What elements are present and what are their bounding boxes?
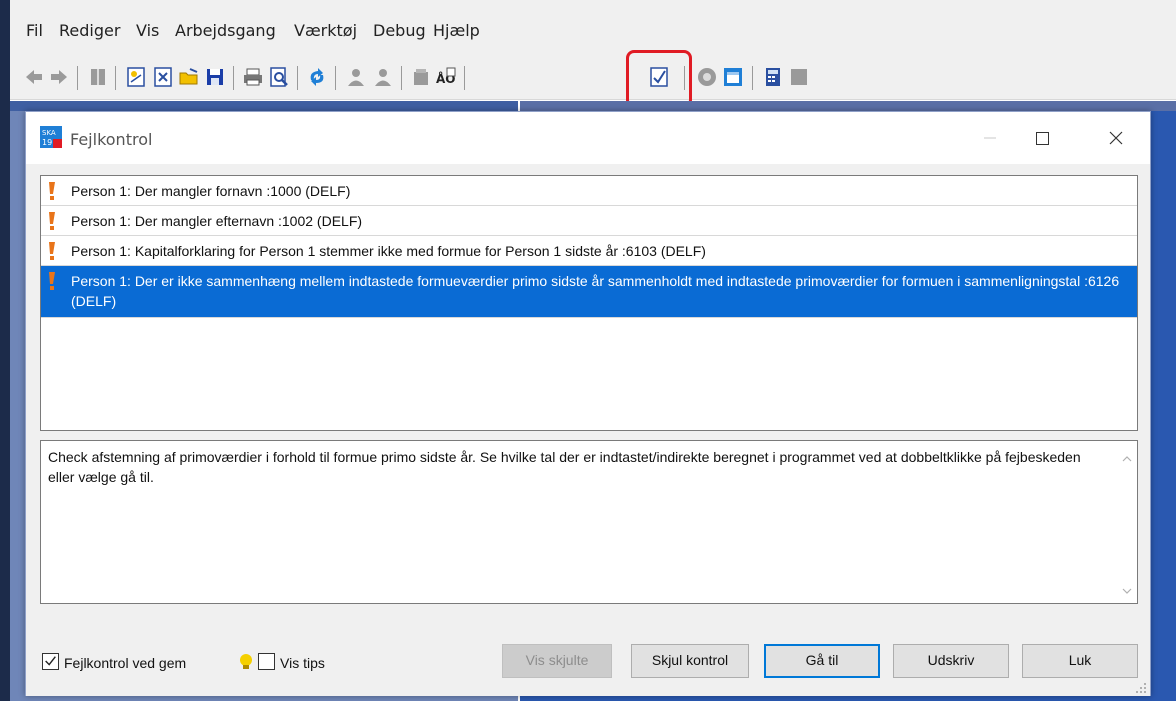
error-text: Person 1: Der mangler efternavn :1002 (D… <box>71 213 363 229</box>
toolbar-separator <box>752 66 753 90</box>
menu-vis[interactable]: Vis <box>136 21 159 40</box>
menu-debug[interactable]: Debug <box>373 21 426 40</box>
warning-icon <box>47 272 57 290</box>
host-left-panel-header <box>10 101 518 111</box>
print-preview-icon[interactable] <box>268 66 290 88</box>
dialog-body: Person 1: Der mangler fornavn :1000 (DEL… <box>26 164 1150 696</box>
dialog-title: Fejlkontrol <box>70 130 153 149</box>
book-icon[interactable] <box>87 66 109 88</box>
fejlkontrol-dialog: SKA 19 Fejlkontrol Person 1: Der mangler… <box>25 111 1151 696</box>
vis-skjulte-button[interactable]: Vis skjulte <box>502 644 612 678</box>
toolbar: ÅÖ <box>10 56 1176 100</box>
error-row-selected[interactable]: Person 1: Der er ikke sammenhæng mellem … <box>41 266 1137 318</box>
toolbar-separator <box>464 66 465 90</box>
highlight-box <box>626 50 692 108</box>
open-folder-icon[interactable] <box>178 66 200 88</box>
toolbar-separator <box>115 66 116 90</box>
warning-icon <box>47 242 57 260</box>
toolbar-separator <box>401 66 402 90</box>
error-text: Person 1: Der er ikke sammenhæng mellem … <box>71 273 1120 309</box>
print-icon[interactable] <box>242 66 264 88</box>
archive-icon[interactable] <box>410 66 432 88</box>
svg-text:19: 19 <box>42 138 52 147</box>
new-document-icon[interactable] <box>125 66 147 88</box>
menu-fil[interactable]: Fil <box>26 21 43 40</box>
vis-tips-checkbox-label: Vis tips <box>280 655 325 671</box>
luk-button[interactable]: Luk <box>1022 644 1138 678</box>
error-text: Person 1: Der mangler fornavn :1000 (DEL… <box>71 183 351 199</box>
lightbulb-icon <box>238 652 254 672</box>
menu-rediger[interactable]: Rediger <box>59 21 120 40</box>
skjul-kontrol-button[interactable]: Skjul kontrol <box>631 644 749 678</box>
back-arrow-icon[interactable] <box>23 66 45 88</box>
description-scrollbar[interactable] <box>1117 441 1137 603</box>
app-icon: SKA 19 <box>40 126 62 148</box>
help-icon[interactable] <box>696 66 718 88</box>
maximize-icon[interactable] <box>1030 126 1054 150</box>
scroll-down-icon[interactable] <box>1122 583 1132 594</box>
udskriv-button[interactable]: Udskriv <box>893 644 1009 678</box>
toolbar-separator <box>335 66 336 90</box>
error-row[interactable]: Person 1: Der mangler fornavn :1000 (DEL… <box>41 176 1137 206</box>
menu-vaerktoej[interactable]: Værktøj <box>294 21 357 40</box>
toolbar-separator <box>297 66 298 90</box>
persons-icon[interactable] <box>372 66 394 88</box>
gaa-til-button[interactable]: Gå til <box>764 644 880 678</box>
error-row[interactable]: Person 1: Der mangler efternavn :1002 (D… <box>41 206 1137 236</box>
host-right-panel-header <box>520 101 1176 111</box>
warning-icon <box>47 212 57 230</box>
save-disk-icon[interactable] <box>204 66 226 88</box>
resize-grip-icon[interactable] <box>1135 681 1147 693</box>
calculator-icon[interactable] <box>762 66 784 88</box>
host-window-edge <box>0 0 10 701</box>
dialog-titlebar[interactable]: SKA 19 Fejlkontrol <box>26 112 1150 164</box>
forward-arrow-icon[interactable] <box>48 66 70 88</box>
spellcheck-icon[interactable]: ÅÖ <box>435 66 457 88</box>
gray-block-icon[interactable] <box>788 66 810 88</box>
close-document-icon[interactable] <box>152 66 174 88</box>
menu-bar: Fil Rediger Vis Arbejdsgang Værktøj Debu… <box>10 0 1176 56</box>
vis-tips-checkbox[interactable] <box>258 653 275 670</box>
info-window-icon[interactable] <box>722 66 744 88</box>
fejlkontrol-checkbox-label: Fejlkontrol ved gem <box>64 655 187 671</box>
fejlkontrol-checkbox[interactable] <box>42 653 59 670</box>
error-list[interactable]: Person 1: Der mangler fornavn :1000 (DEL… <box>40 175 1138 431</box>
person-icon[interactable] <box>345 66 367 88</box>
toolbar-separator <box>77 66 78 90</box>
scroll-up-icon[interactable] <box>1122 451 1132 462</box>
menu-arbejdsgang[interactable]: Arbejdsgang <box>175 21 276 40</box>
error-description-box[interactable]: Check afstemning af primoværdier i forho… <box>40 440 1138 604</box>
refresh-icon[interactable] <box>306 66 328 88</box>
error-text: Person 1: Kapitalforklaring for Person 1… <box>71 243 706 259</box>
error-description-text: Check afstemning af primoværdier i forho… <box>48 449 1081 485</box>
warning-icon <box>47 182 57 200</box>
error-row[interactable]: Person 1: Kapitalforklaring for Person 1… <box>41 236 1137 266</box>
svg-text:SKA: SKA <box>42 129 56 137</box>
menu-hjaelp[interactable]: Hjælp <box>433 21 480 40</box>
toolbar-separator <box>233 66 234 90</box>
close-icon[interactable] <box>1104 126 1128 150</box>
minimize-icon[interactable] <box>978 126 1002 150</box>
